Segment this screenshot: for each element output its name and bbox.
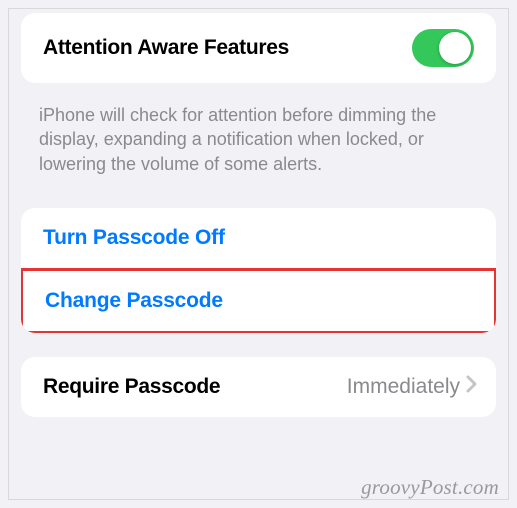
attention-aware-title: Attention Aware Features xyxy=(43,36,289,60)
toggle-knob xyxy=(439,32,471,64)
change-passcode-button[interactable]: Change Passcode xyxy=(23,271,494,331)
change-passcode-label: Change Passcode xyxy=(45,289,223,312)
passcode-actions-section: Turn Passcode Off Change Passcode xyxy=(21,208,496,333)
turn-passcode-off-button[interactable]: Turn Passcode Off xyxy=(21,208,496,268)
attention-aware-section: Attention Aware Features xyxy=(21,13,496,83)
attention-aware-toggle[interactable] xyxy=(412,29,474,67)
require-passcode-label: Require Passcode xyxy=(43,375,220,399)
watermark-text: groovyPost.com xyxy=(361,475,499,500)
chevron-right-icon xyxy=(466,375,478,398)
require-passcode-value: Immediately xyxy=(347,375,460,399)
require-passcode-section: Require Passcode Immediately xyxy=(21,357,496,417)
require-passcode-row[interactable]: Require Passcode Immediately xyxy=(21,357,496,417)
attention-aware-row[interactable]: Attention Aware Features xyxy=(21,13,496,83)
attention-aware-description: iPhone will check for attention before d… xyxy=(9,95,508,194)
turn-passcode-off-label: Turn Passcode Off xyxy=(43,226,225,249)
annotation-highlight: Change Passcode xyxy=(21,268,496,333)
